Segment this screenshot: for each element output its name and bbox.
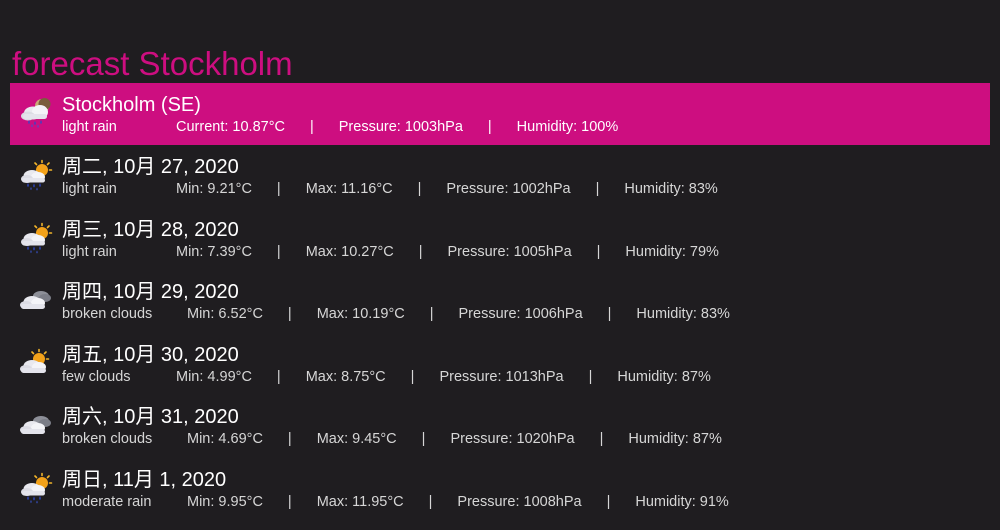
pressure-value: Pressure: 1006hPa	[458, 306, 583, 322]
weather-description: light rain	[62, 181, 117, 197]
forecast-date: 周二, 10月 27, 2020	[62, 156, 239, 178]
rain-sun-icon	[19, 159, 53, 191]
forecast-day-row[interactable]: 周三, 10月 28, 2020 light rain Min: 7.39°C …	[10, 208, 990, 271]
max-temperature: Max: 11.16°C	[305, 181, 393, 197]
separator: |	[287, 493, 292, 510]
rain-sun-icon	[19, 222, 53, 254]
forecast-details: few clouds Min: 4.99°C | Max: 8.75°C | P…	[62, 368, 711, 386]
weather-description: broken clouds	[62, 431, 153, 447]
max-temperature: Max: 9.45°C	[316, 431, 397, 447]
max-temperature: Max: 8.75°C	[305, 368, 386, 385]
separator: |	[309, 119, 314, 135]
separator: |	[276, 181, 281, 197]
min-temperature: Min: 4.69°C	[187, 431, 263, 447]
pressure-value: Pressure: 1020hPa	[450, 431, 575, 447]
forecast-day-row[interactable]: 周四, 10月 29, 2020 broken clouds Min: 6.52…	[10, 270, 990, 333]
separator: |	[276, 368, 281, 385]
rain-sun-icon	[19, 472, 53, 504]
humidity-value: Humidity: 79%	[625, 243, 719, 260]
humidity-value: Humidity: 91%	[635, 493, 729, 510]
separator: |	[287, 431, 292, 447]
current-temperature: Current: 10.87°C	[176, 119, 285, 135]
min-temperature: Min: 4.99°C	[176, 368, 252, 385]
forecast-day-row[interactable]: 周五, 10月 30, 2020 few clouds Min: 4.99°C …	[10, 333, 990, 396]
humidity-value: Humidity: 83%	[624, 181, 718, 197]
max-temperature: Max: 10.27°C	[305, 243, 394, 260]
pressure-value: Pressure: 1002hPa	[446, 181, 571, 197]
forecast-date: 周五, 10月 30, 2020	[62, 343, 239, 366]
weather-description: few clouds	[62, 368, 131, 385]
separator: |	[607, 306, 612, 322]
min-temperature: Min: 7.39°C	[176, 243, 252, 260]
forecast-day-row[interactable]: 周六, 10月 31, 2020 broken clouds Min: 4.69…	[10, 395, 990, 458]
pressure-value: Pressure: 1013hPa	[439, 368, 564, 385]
weather-description: broken clouds	[62, 306, 153, 322]
min-temperature: Min: 9.21°C	[176, 181, 252, 197]
forecast-date: 周六, 10月 31, 2020	[62, 406, 239, 428]
separator: |	[595, 181, 600, 197]
min-temperature: Min: 6.52°C	[187, 306, 263, 322]
forecast-details: moderate rain Min: 9.95°C | Max: 11.95°C…	[62, 493, 729, 511]
separator: |	[606, 493, 611, 510]
separator: |	[287, 306, 292, 322]
separator: |	[417, 181, 422, 197]
current-weather-row[interactable]: Stockholm (SE) light rain Current: 10.87…	[10, 83, 990, 145]
broken-clouds-icon	[19, 284, 53, 316]
pressure-value: Pressure: 1005hPa	[447, 243, 572, 260]
forecast-date: 周三, 10月 28, 2020	[62, 218, 239, 241]
weather-description: moderate rain	[62, 493, 152, 510]
forecast-day-row[interactable]: 周二, 10月 27, 2020 light rain Min: 9.21°C …	[10, 145, 990, 208]
max-temperature: Max: 10.19°C	[316, 306, 405, 322]
forecast-date: 周日, 11月 1, 2020	[62, 468, 227, 491]
forecast-details: light rain Min: 9.21°C | Max: 11.16°C | …	[62, 180, 718, 198]
separator: |	[421, 431, 426, 447]
separator: |	[418, 243, 423, 260]
weather-description: light rain	[62, 243, 117, 260]
separator: |	[429, 306, 434, 322]
separator: |	[276, 243, 281, 260]
pressure-value: Pressure: 1003hPa	[338, 119, 463, 135]
separator: |	[599, 431, 604, 447]
separator: |	[428, 493, 433, 510]
forecast-details: broken clouds Min: 6.52°C | Max: 10.19°C…	[62, 305, 730, 323]
max-temperature: Max: 11.95°C	[316, 493, 404, 510]
forecast-details: light rain Min: 7.39°C | Max: 10.27°C | …	[62, 243, 719, 261]
humidity-value: Humidity: 87%	[617, 368, 711, 385]
forecast-date: 周四, 10月 29, 2020	[62, 281, 239, 303]
current-details: light rain Current: 10.87°C | Pressure: …	[62, 118, 618, 136]
min-temperature: Min: 9.95°C	[187, 493, 263, 510]
forecast-details: broken clouds Min: 4.69°C | Max: 9.45°C …	[62, 430, 722, 448]
humidity-value: Humidity: 100%	[516, 119, 619, 135]
location-title: Stockholm (SE)	[62, 94, 201, 116]
separator: |	[588, 368, 593, 385]
weather-description: light rain	[62, 119, 117, 135]
forecast-list: Stockholm (SE) light rain Current: 10.87…	[10, 83, 990, 520]
page-title: forecast Stockholm	[12, 45, 293, 83]
broken-clouds-icon	[19, 409, 53, 441]
humidity-value: Humidity: 83%	[636, 306, 730, 322]
separator: |	[596, 243, 601, 260]
separator: |	[410, 368, 415, 385]
few-clouds-icon	[19, 347, 53, 379]
pressure-value: Pressure: 1008hPa	[457, 493, 582, 510]
separator: |	[487, 119, 492, 135]
humidity-value: Humidity: 87%	[628, 431, 722, 447]
forecast-day-row[interactable]: 周日, 11月 1, 2020 moderate rain Min: 9.95°…	[10, 458, 990, 521]
rain-night-icon	[19, 97, 53, 129]
